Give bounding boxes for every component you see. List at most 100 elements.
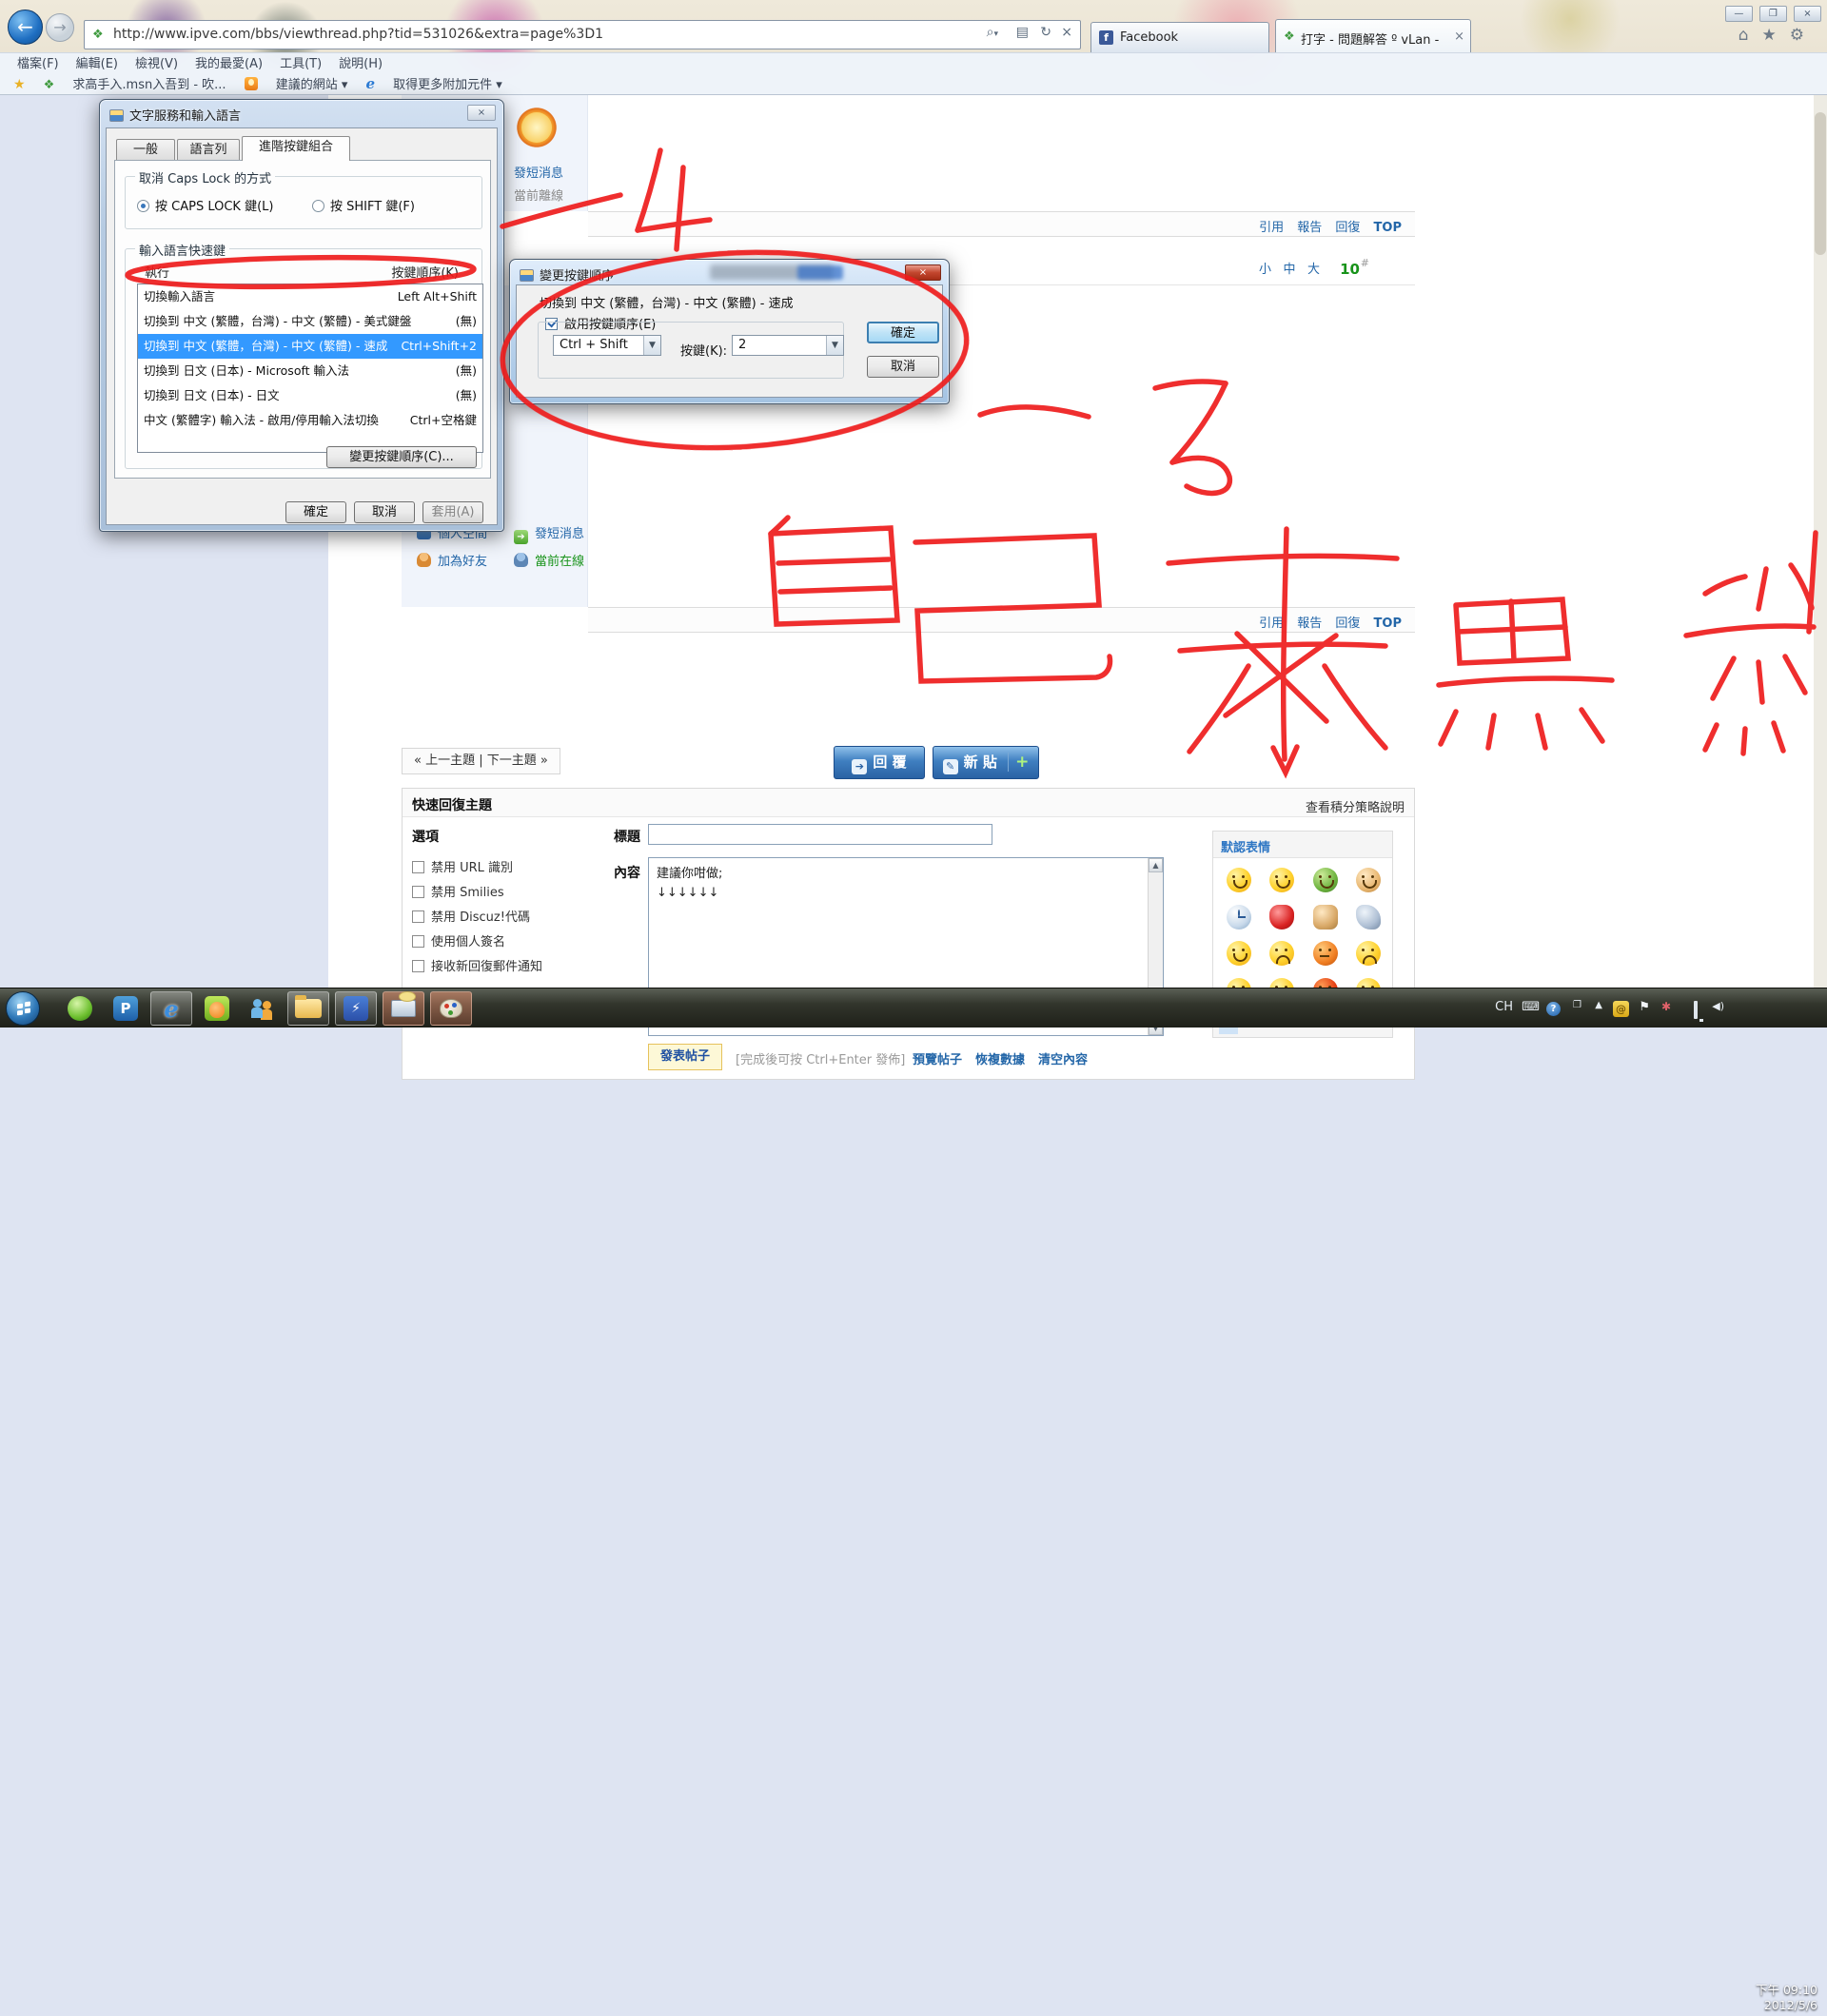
- reply-link[interactable]: 回復: [1335, 617, 1360, 631]
- tab-advanced-keys[interactable]: 進階按鍵組合: [242, 136, 350, 161]
- hotkey-row[interactable]: 切換到 中文 (繁體，台灣) - 中文 (繁體) - 美式鍵盤 (無): [138, 309, 482, 334]
- emoticon[interactable]: [1217, 899, 1261, 936]
- emoticon[interactable]: [1304, 899, 1347, 936]
- keyboard-tray-icon[interactable]: ⌨: [1522, 1000, 1540, 1014]
- stop-icon[interactable]: ×: [1061, 25, 1072, 46]
- taskbar-app-messenger[interactable]: ⚡: [335, 991, 377, 1026]
- taskbar-app-pps-p[interactable]: P: [105, 991, 147, 1026]
- menu-item[interactable]: 檢視(V): [135, 54, 178, 75]
- scroll-up-icon[interactable]: ▲: [1149, 858, 1163, 872]
- subject-input[interactable]: [648, 824, 992, 845]
- new-post-plus-icon[interactable]: +: [1008, 753, 1029, 772]
- taskbar-app-input-method[interactable]: [383, 991, 424, 1026]
- home-icon[interactable]: ⌂: [1739, 26, 1762, 45]
- start-button[interactable]: [6, 991, 40, 1026]
- modifier-combobox[interactable]: Ctrl + Shift ▼: [553, 335, 661, 356]
- taskbar-app-pps-player[interactable]: [196, 991, 238, 1026]
- reply-thread-button[interactable]: ➔回 覆: [834, 746, 925, 779]
- tab-active-thread[interactable]: ❖ 打字 - 問題解答 º vLan - IP... ×: [1275, 19, 1471, 52]
- emoticon[interactable]: [1261, 899, 1305, 936]
- taskbar-app-paint[interactable]: [430, 991, 472, 1026]
- new-post-button[interactable]: ✎新 貼 +: [933, 746, 1039, 779]
- report-link[interactable]: 報告: [1297, 617, 1322, 631]
- favorite-site-link[interactable]: 求高手入.msn入吾到 - 吹...: [72, 75, 226, 95]
- language-indicator[interactable]: CH: [1495, 1000, 1513, 1014]
- emoticon[interactable]: [1347, 862, 1391, 899]
- tray-clock[interactable]: 下午 09:10 2012/5/6: [1741, 1976, 1823, 2016]
- url-text[interactable]: http://www.ipve.com/bbs/viewthread.php?t…: [113, 27, 603, 42]
- hotkey-row[interactable]: 中文 (繁體字) 輸入法 - 啟用/停用輸入法切換 Ctrl+空格鍵: [138, 408, 482, 433]
- post-action-link[interactable]: 恢複數據: [975, 1053, 1025, 1067]
- taskbar-app-green-orb[interactable]: [59, 991, 101, 1026]
- minimize-button[interactable]: —: [1725, 6, 1753, 22]
- volume-tray-icon[interactable]: ◀): [1712, 1000, 1724, 1012]
- emoticon[interactable]: [1261, 862, 1305, 899]
- add-friend-link[interactable]: 加為好友: [438, 551, 487, 569]
- refresh-icon[interactable]: ↻: [1040, 25, 1051, 46]
- action-center-flag-icon[interactable]: ⚑: [1639, 1000, 1650, 1014]
- menu-item[interactable]: 我的最愛(A): [195, 54, 263, 75]
- tab-general[interactable]: 一般: [116, 139, 175, 160]
- suggested-sites-link[interactable]: 建議的網站 ▾: [276, 75, 348, 95]
- change-key-sequence-button[interactable]: 變更按鍵順序(C)...: [326, 446, 477, 468]
- emoticon[interactable]: [1304, 935, 1347, 972]
- radio-caps-lock[interactable]: 按 CAPS LOCK 鍵(L): [137, 196, 273, 214]
- font-medium-link[interactable]: 中: [1284, 263, 1296, 277]
- quote-link[interactable]: 引用: [1259, 221, 1284, 235]
- reply-link[interactable]: 回復: [1335, 221, 1360, 235]
- thread-navigation[interactable]: « 上一主題 | 下一主題 »: [402, 748, 560, 774]
- get-addons-link[interactable]: 取得更多附加元件 ▾: [393, 75, 502, 95]
- cancel-button[interactable]: 取消: [354, 501, 415, 523]
- quote-link[interactable]: 引用: [1259, 617, 1284, 631]
- favorites-star-icon[interactable]: ★: [1762, 26, 1790, 45]
- help-tray-icon[interactable]: ?: [1546, 1002, 1561, 1016]
- emoticon[interactable]: [1347, 935, 1391, 972]
- dialog-close-button[interactable]: ×: [467, 105, 496, 121]
- tab-facebook[interactable]: f Facebook: [1090, 22, 1269, 52]
- restore-button[interactable]: ❐: [1759, 6, 1787, 22]
- tab-close-icon[interactable]: ×: [1454, 29, 1464, 44]
- hotkey-list[interactable]: 切換輸入語言 Left Alt+Shift 切換到 中文 (繁體，台灣) - 中…: [137, 284, 483, 453]
- option-checkbox[interactable]: [412, 910, 424, 923]
- taskbar-app-file-explorer[interactable]: [287, 991, 329, 1026]
- address-bar[interactable]: ❖ http://www.ipve.com/bbs/viewthread.php…: [84, 20, 1081, 49]
- emoticon[interactable]: [1261, 935, 1305, 972]
- emoticon[interactable]: [1304, 862, 1347, 899]
- chevron-down-icon[interactable]: ▼: [643, 336, 660, 355]
- radio-shift[interactable]: 按 SHIFT 鍵(F): [312, 196, 415, 214]
- menu-item[interactable]: 工具(T): [280, 54, 322, 75]
- tools-gear-icon[interactable]: ⚙: [1790, 26, 1817, 45]
- top-link[interactable]: TOP: [1374, 617, 1402, 631]
- key-combobox[interactable]: 2 ▼: [732, 335, 844, 356]
- option-checkbox[interactable]: [412, 960, 424, 972]
- restore-window-tray-icon[interactable]: ❐: [1573, 1000, 1581, 1010]
- post2-send-message-link[interactable]: 發短消息: [535, 523, 584, 541]
- search-icon[interactable]: ⌕▾: [987, 25, 998, 46]
- hotkey-row[interactable]: 切換到 日文 (日本) - Microsoft 輸入法 (無): [138, 359, 482, 383]
- cancel-button[interactable]: 取消: [867, 356, 939, 378]
- font-small-link[interactable]: 小: [1259, 263, 1271, 277]
- taskbar-app-internet-explorer[interactable]: e: [150, 991, 192, 1026]
- font-large-link[interactable]: 大: [1307, 263, 1320, 277]
- hotkey-row[interactable]: 切換輸入語言 Left Alt+Shift: [138, 284, 482, 309]
- close-button[interactable]: ×: [1794, 6, 1821, 22]
- security-tray-icon[interactable]: ✱: [1661, 1000, 1671, 1013]
- emoticon[interactable]: [1347, 899, 1391, 936]
- back-button[interactable]: ←: [8, 10, 43, 45]
- scrollbar-thumb[interactable]: [1815, 112, 1826, 255]
- menu-item[interactable]: 說明(H): [339, 54, 383, 75]
- emoticon[interactable]: [1217, 862, 1261, 899]
- ok-button[interactable]: 確定: [867, 322, 939, 343]
- option-checkbox[interactable]: [412, 886, 424, 898]
- report-link[interactable]: 報告: [1297, 221, 1322, 235]
- top-link[interactable]: TOP: [1374, 221, 1402, 235]
- add-favorite-star-icon[interactable]: ★: [13, 75, 26, 95]
- forward-button[interactable]: →: [46, 13, 74, 42]
- dialog-close-button[interactable]: ×: [905, 264, 941, 281]
- tab-language-bar[interactable]: 語言列: [177, 139, 240, 160]
- emoticon[interactable]: [1217, 935, 1261, 972]
- post-action-link[interactable]: 預覽帖子: [913, 1053, 962, 1067]
- ok-button[interactable]: 確定: [285, 501, 346, 523]
- submit-post-button[interactable]: 發表帖子: [648, 1044, 722, 1070]
- apply-button[interactable]: 套用(A): [422, 501, 483, 523]
